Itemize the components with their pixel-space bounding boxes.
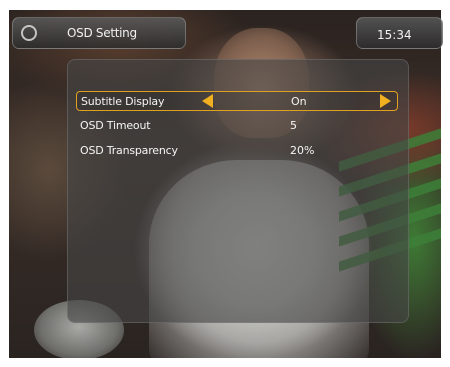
menu-item-osd-timeout[interactable]: OSD Timeout 5 xyxy=(76,116,398,136)
menu-item-value: 5 xyxy=(290,119,297,132)
menu-item-osd-transparency[interactable]: OSD Transparency 20% xyxy=(76,141,398,161)
globe-logo-icon xyxy=(21,25,37,41)
arrow-left-icon[interactable] xyxy=(202,94,213,108)
menu-item-value: 20% xyxy=(290,144,315,157)
arrow-right-icon[interactable] xyxy=(380,94,391,108)
clock-time: 15:34 xyxy=(377,28,412,42)
clock-bar: 15:34 xyxy=(356,17,443,49)
menu-item-subtitle-display[interactable]: Subtitle Display On xyxy=(76,91,398,111)
osd-title-bar: OSD Setting xyxy=(12,17,186,49)
page-title: OSD Setting xyxy=(67,26,137,40)
menu-item-label: Subtitle Display xyxy=(81,95,165,108)
menu-item-value: On xyxy=(291,95,307,108)
settings-panel: Subtitle Display On OSD Timeout 5 OSD Tr… xyxy=(67,59,409,323)
menu-item-label: OSD Transparency xyxy=(80,144,178,157)
menu-item-label: OSD Timeout xyxy=(80,119,151,132)
